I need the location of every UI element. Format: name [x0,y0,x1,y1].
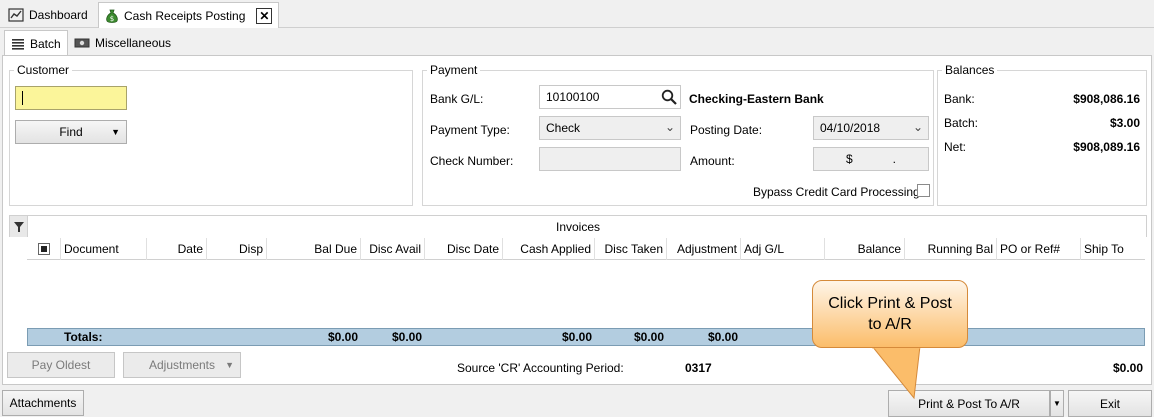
select-all-checkbox[interactable] [37,243,50,255]
invoices-title: Invoices [555,220,601,234]
dropdown-arrow-icon: ▼ [111,127,120,137]
total-disc-avail: $0.00 [391,330,422,344]
bank-gl-input[interactable]: 10100100 [539,85,681,109]
adjustments-button[interactable]: Adjustments ▼ [123,352,241,378]
tab-cash-receipts-label: Cash Receipts Posting [124,9,246,23]
col-ship-to[interactable]: Ship To [1081,238,1145,260]
customer-legend: Customer [14,63,73,77]
total-disc-taken: $0.00 [633,330,664,344]
footer-total-value: $0.00 [1112,361,1143,375]
bank-balance-label: Bank: [944,92,975,106]
total-adjustment: $0.00 [707,330,738,344]
total-bal-due: $0.00 [327,330,358,344]
col-balance[interactable]: Balance [825,238,905,260]
chevron-down-icon: ⌄ [912,120,923,134]
pay-oldest-button[interactable]: Pay Oldest [7,352,115,378]
col-adjustment[interactable]: Adjustment [667,238,741,260]
batch-panel: Customer Find ▼ Payment Bank G/L: 101001… [2,55,1152,385]
tab-dashboard[interactable]: Dashboard [2,2,94,28]
callout-text-line1: Click Print & Post [828,295,952,312]
balances-legend: Balances [942,63,998,77]
amount-input[interactable]: $ . [813,147,929,171]
list-icon [12,38,24,50]
bank-balance-value: $908,086.16 [1073,92,1140,106]
close-tab-icon[interactable]: ✕ [256,8,273,24]
attachments-button[interactable]: Attachments [2,390,84,416]
dropdown-arrow-icon: ▼ [1053,399,1061,408]
search-icon[interactable] [661,89,677,105]
svg-text:$: $ [110,15,114,23]
batch-balance-value: $3.00 [1109,116,1140,130]
customer-group: Customer Find ▼ [9,63,413,206]
dropdown-arrow-icon: ▼ [225,360,234,370]
check-number-input[interactable] [539,147,681,171]
tab-miscellaneous-label: Miscellaneous [95,36,172,50]
col-adj-gl[interactable]: Adj G/L [741,238,825,260]
amount-label: Amount: [690,154,735,168]
col-cash-applied[interactable]: Cash Applied [503,238,595,260]
top-tab-bar: Dashboard $ Cash Receipts Posting ✕ [0,0,1154,29]
chevron-down-icon: ⌄ [664,120,675,134]
cash-icon [74,38,90,48]
tab-miscellaneous[interactable]: Miscellaneous [68,30,177,56]
payment-group: Payment Bank G/L: 10100100 Checking-East… [422,63,934,206]
callout-pointer [870,345,921,400]
text-cursor [22,91,23,105]
total-cash-applied: $0.00 [561,330,592,344]
bank-gl-label: Bank G/L: [430,92,484,106]
select-all-checkbox-cell[interactable] [27,238,61,260]
col-bal-due[interactable]: Bal Due [267,238,361,260]
invoices-column-headers: Document Date Disp Bal Due Disc Avail Di… [27,238,1145,260]
tab-batch-label: Batch [30,36,61,51]
totals-label: Totals: [64,330,103,344]
col-disc-avail[interactable]: Disc Avail [361,238,425,260]
callout-text-line2: to A/R [868,316,912,333]
invoices-header-bar: Invoices [9,215,1147,237]
posting-date-label: Posting Date: [690,123,763,137]
dashboard-icon [8,8,24,22]
accounting-period-value: 0317 [685,361,712,375]
payment-legend: Payment [427,63,481,77]
batch-balance-label: Batch: [944,116,979,130]
payment-type-select[interactable]: Check ⌄ [539,116,681,140]
customer-input[interactable] [15,86,127,110]
col-disc-date[interactable]: Disc Date [425,238,503,260]
money-bag-icon: $ [106,9,118,23]
check-number-label: Check Number: [430,154,514,168]
exit-button[interactable]: Exit [1068,390,1152,417]
find-button[interactable]: Find ▼ [15,120,127,144]
bypass-credit-card-label: Bypass Credit Card Processing [753,185,920,199]
posting-date-select[interactable]: 04/10/2018 ⌄ [813,116,929,140]
sub-tab-bar: Batch Miscellaneous [0,28,1154,56]
col-date[interactable]: Date [147,238,207,260]
accounting-period-label: Source 'CR' Accounting Period: [457,361,624,375]
bank-name: Checking-Eastern Bank [689,92,824,106]
callout-annotation: Click Print & Post to A/R [812,280,968,348]
col-running-bal[interactable]: Running Bal [905,238,997,260]
col-disp[interactable]: Disp [207,238,267,260]
col-document[interactable]: Document [61,238,147,260]
net-balance-label: Net: [944,140,967,154]
tab-dashboard-label: Dashboard [29,8,88,22]
col-po-ref[interactable]: PO or Ref# [997,238,1081,260]
payment-type-label: Payment Type: [430,123,510,137]
print-post-dropdown-button[interactable]: ▼ [1050,390,1064,417]
bypass-credit-card-checkbox[interactable] [917,184,930,197]
tab-cash-receipts-posting[interactable]: $ Cash Receipts Posting ✕ [98,2,280,29]
net-balance-value: $908,089.16 [1073,140,1140,154]
balances-group: Balances Bank: $908,086.16 Batch: $3.00 … [937,63,1147,206]
totals-row: Totals: $0.00 $0.00 $0.00 $0.00 $0.00 [27,328,1145,346]
tab-batch[interactable]: Batch [4,30,68,56]
col-disc-taken[interactable]: Disc Taken [595,238,667,260]
